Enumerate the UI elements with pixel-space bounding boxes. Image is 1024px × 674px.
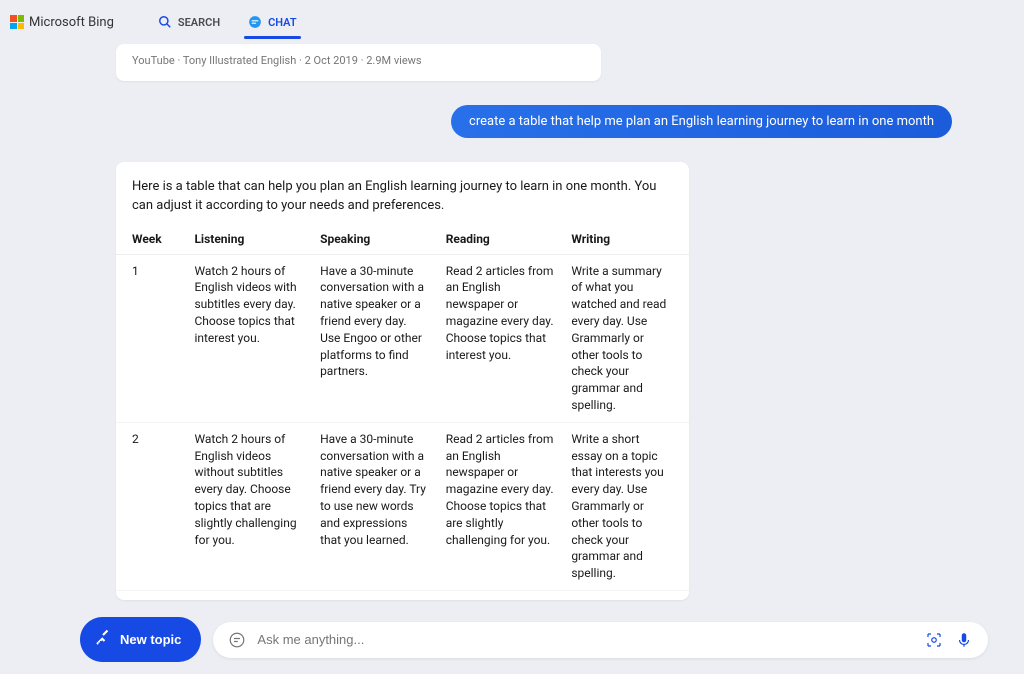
- bing-logo[interactable]: Microsoft Bing: [10, 15, 114, 30]
- new-topic-button[interactable]: New topic: [80, 617, 201, 662]
- messages-area: YouTube · Tony Illustrated English · 2 O…: [0, 44, 1024, 600]
- microphone-icon[interactable]: [954, 630, 974, 650]
- video-meta: YouTube · Tony Illustrated English · 2 O…: [132, 54, 422, 67]
- col-writing: Writing: [563, 224, 689, 255]
- cell-listening: Watch 2 hours of English videos without …: [186, 422, 312, 590]
- nav-search-label: SEARCH: [178, 16, 220, 29]
- microsoft-icon: [10, 15, 24, 29]
- chat-icon: [248, 15, 262, 29]
- cell-week: 2: [116, 422, 186, 590]
- chat-input-container[interactable]: [213, 622, 988, 658]
- cell-week: 1: [116, 254, 186, 422]
- header-bar: Microsoft Bing SEARCH CHAT: [0, 0, 1024, 44]
- table-row: 1 Watch 2 hours of English videos with s…: [116, 254, 689, 422]
- cell-speaking: Have a 30-minute conversation with a nat…: [312, 591, 438, 600]
- search-icon: [158, 15, 172, 29]
- table-row: 3 Listen to 2 hours of English podcasts …: [116, 591, 689, 600]
- col-speaking: Speaking: [312, 224, 438, 255]
- user-message-text: create a table that help me plan an Engl…: [469, 114, 934, 129]
- chat-container: YouTube · Tony Illustrated English · 2 O…: [0, 44, 1024, 674]
- nav-chat-label: CHAT: [268, 16, 297, 29]
- assistant-response-card: Here is a table that can help you plan a…: [116, 162, 689, 600]
- cell-speaking: Have a 30-minute conversation with a nat…: [312, 254, 438, 422]
- table-header-row: Week Listening Speaking Reading Writing: [116, 224, 689, 255]
- col-week: Week: [116, 224, 186, 255]
- new-topic-label: New topic: [120, 632, 181, 647]
- user-message-row: create a table that help me plan an Engl…: [36, 105, 988, 138]
- response-intro: Here is a table that can help you plan a…: [116, 178, 689, 224]
- compose-icon: [227, 630, 247, 650]
- cell-reading: Read 2 articles from an English newspape…: [438, 254, 564, 422]
- user-message-bubble: create a table that help me plan an Engl…: [451, 105, 952, 138]
- cell-writing: Write a short essay on a topic that inte…: [563, 422, 689, 590]
- cell-week: 3: [116, 591, 186, 600]
- cell-listening: Listen to 2 hours of English podcasts or…: [186, 591, 312, 600]
- video-result-card[interactable]: YouTube · Tony Illustrated English · 2 O…: [116, 44, 601, 81]
- col-reading: Reading: [438, 224, 564, 255]
- nav-chat[interactable]: CHAT: [244, 9, 301, 35]
- bottom-input-bar: New topic: [0, 617, 1024, 662]
- logo-text: Microsoft Bing: [29, 15, 114, 30]
- nav-search[interactable]: SEARCH: [154, 9, 224, 35]
- cell-reading: Read 2 articles from an English newspape…: [438, 422, 564, 590]
- chat-input[interactable]: [257, 632, 914, 647]
- cell-writing: Write a review of what you listened and …: [563, 591, 689, 600]
- col-listening: Listening: [186, 224, 312, 255]
- learning-plan-table: Week Listening Speaking Reading Writing …: [116, 224, 689, 600]
- cell-listening: Watch 2 hours of English videos with sub…: [186, 254, 312, 422]
- broom-icon: [94, 629, 112, 650]
- table-row: 2 Watch 2 hours of English videos withou…: [116, 422, 689, 590]
- cell-writing: Write a summary of what you watched and …: [563, 254, 689, 422]
- cell-reading: Read 2 chapters from an English book eve…: [438, 591, 564, 600]
- image-search-icon[interactable]: [924, 630, 944, 650]
- cell-speaking: Have a 30-minute conversation with a nat…: [312, 422, 438, 590]
